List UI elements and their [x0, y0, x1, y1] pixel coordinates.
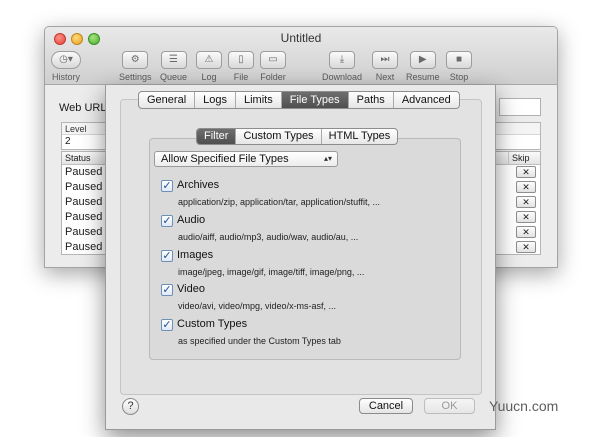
- toolbar-queue-label: Queue: [160, 72, 188, 82]
- skip-button[interactable]: ✕: [516, 226, 536, 238]
- tab-paths[interactable]: Paths: [349, 92, 394, 108]
- filter-mode-value: Allow Specified File Types: [161, 153, 289, 165]
- subtab-filter[interactable]: Filter: [197, 129, 237, 144]
- toolbar-next-button[interactable]: ⏭ Next: [372, 51, 398, 82]
- tab-advanced[interactable]: Advanced: [394, 92, 459, 108]
- settings-sheet: General Logs Limits File Types Paths Adv…: [105, 85, 496, 430]
- archives-checkbox[interactable]: ✓: [161, 180, 173, 192]
- images-checkbox[interactable]: ✓: [161, 250, 173, 262]
- toolbar-folder-label: Folder: [260, 72, 286, 82]
- queue-icon: ☰: [160, 51, 187, 69]
- images-description: image/jpeg, image/gif, image/tiff, image…: [178, 267, 365, 277]
- tab-logs[interactable]: Logs: [195, 92, 236, 108]
- history-icon: ◷▾: [51, 51, 81, 69]
- row-status: Paused: [65, 226, 103, 238]
- row-status: Paused: [65, 196, 103, 208]
- play-icon: ▶: [409, 51, 436, 69]
- toolbar-queue-button[interactable]: ☰ Queue: [160, 51, 187, 82]
- custom-types-checkbox[interactable]: ✓: [161, 319, 173, 331]
- toolbar-folder-button[interactable]: ▭ Folder: [260, 51, 286, 82]
- toolbar-history-button[interactable]: ◷▾ History: [51, 51, 81, 82]
- skip-button[interactable]: ✕: [516, 181, 536, 193]
- toolbar-resume-label: Resume: [406, 72, 440, 82]
- skip-button[interactable]: ✕: [516, 166, 536, 178]
- audio-checkbox[interactable]: ✓: [161, 215, 173, 227]
- toolbar-resume-button[interactable]: ▶ Resume: [406, 51, 440, 82]
- row-status: Paused: [65, 241, 103, 253]
- custom-types-label[interactable]: Custom Types: [177, 318, 247, 330]
- row-status: Paused: [65, 181, 103, 193]
- stop-icon: ■: [446, 51, 472, 69]
- subtab-html-types[interactable]: HTML Types: [322, 129, 398, 144]
- custom-types-description: as specified under the Custom Types tab: [178, 336, 341, 346]
- subtab-custom-types[interactable]: Custom Types: [236, 129, 322, 144]
- column-header-status[interactable]: Status: [65, 152, 91, 165]
- settings-tabs: General Logs Limits File Types Paths Adv…: [138, 91, 460, 109]
- tab-general[interactable]: General: [139, 92, 196, 108]
- tab-file-types[interactable]: File Types: [281, 92, 349, 108]
- video-label[interactable]: Video: [177, 283, 205, 295]
- toolbar-log-button[interactable]: ⚠ Log: [196, 51, 222, 82]
- toolbar-stop-label: Stop: [449, 72, 469, 82]
- toolbar-file-button[interactable]: ▯ File: [228, 51, 254, 82]
- next-icon: ⏭: [372, 51, 398, 69]
- watermark-text: Yuucn.com: [489, 398, 559, 414]
- toolbar-history-label: History: [51, 72, 80, 82]
- filter-mode-popup[interactable]: Allow Specified File Types ▴▾: [154, 151, 338, 167]
- cancel-button[interactable]: Cancel: [359, 398, 413, 414]
- toolbar-file-label: File: [233, 72, 249, 82]
- help-button[interactable]: ?: [122, 398, 139, 415]
- toolbar-next-label: Next: [375, 72, 395, 82]
- skip-button[interactable]: ✕: [516, 196, 536, 208]
- download-icon: ⤓: [329, 51, 356, 69]
- row-status: Paused: [65, 166, 103, 178]
- archives-description: application/zip, application/tar, applic…: [178, 197, 380, 207]
- gear-icon: ⚙: [122, 51, 149, 69]
- file-type-subtabs: Filter Custom Types HTML Types: [196, 128, 399, 145]
- web-url-input[interactable]: [499, 98, 541, 116]
- audio-description: audio/aiff, audio/mp3, audio/wav, audio/…: [178, 232, 359, 242]
- popup-arrows-icon: ▴▾: [323, 154, 332, 163]
- titlebar: Untitled ◷▾ History ⚙ Settings ☰ Queue ⚠…: [45, 27, 557, 85]
- tab-limits[interactable]: Limits: [236, 92, 282, 108]
- video-checkbox[interactable]: ✓: [161, 284, 173, 296]
- row-status: Paused: [65, 211, 103, 223]
- images-label[interactable]: Images: [177, 249, 213, 261]
- skip-button[interactable]: ✕: [516, 211, 536, 223]
- toolbar-settings-label: Settings: [119, 72, 152, 82]
- web-url-label: Web URL:: [59, 102, 110, 114]
- window-title: Untitled: [280, 31, 322, 45]
- column-divider: [508, 152, 509, 165]
- file-icon: ▯: [228, 51, 254, 69]
- warning-icon: ⚠: [196, 51, 222, 69]
- archives-label[interactable]: Archives: [177, 179, 219, 191]
- ok-button[interactable]: OK: [424, 398, 475, 414]
- video-description: video/avi, video/mpg, video/x-ms-asf, ..…: [178, 301, 337, 311]
- skip-button[interactable]: ✕: [516, 241, 536, 253]
- toolbar-download-label: Download: [322, 72, 363, 82]
- toolbar-stop-button[interactable]: ■ Stop: [446, 51, 472, 82]
- toolbar-settings-button[interactable]: ⚙ Settings: [119, 51, 152, 82]
- toolbar-download-button[interactable]: ⤓ Download: [322, 51, 362, 82]
- audio-label[interactable]: Audio: [177, 214, 205, 226]
- column-header-skip[interactable]: Skip: [512, 152, 530, 165]
- toolbar-log-label: Log: [201, 72, 217, 82]
- folder-icon: ▭: [260, 51, 286, 69]
